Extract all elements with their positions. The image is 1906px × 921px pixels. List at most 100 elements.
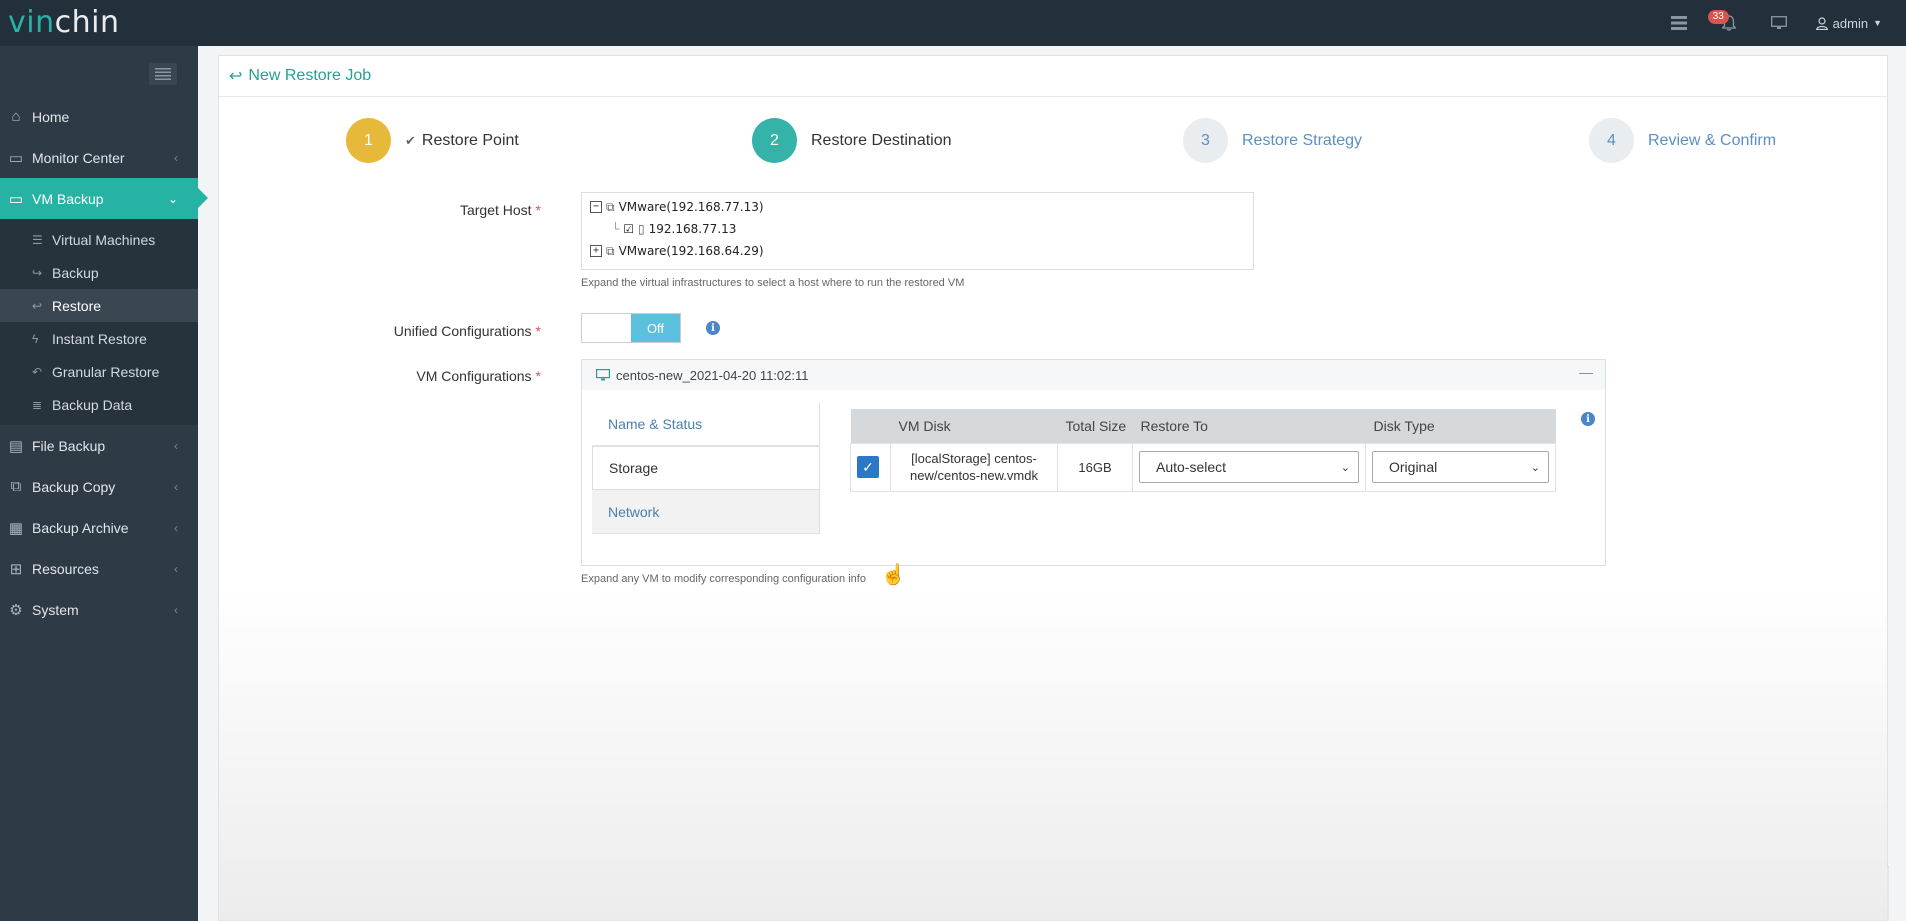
sidebar-item-backup-copy[interactable]: ⧉ Backup Copy ‹ — [0, 466, 198, 507]
sidebar-item-backup[interactable]: ↪ Backup — [0, 256, 198, 289]
reply-all-icon: ↶ — [32, 364, 43, 379]
chevron-left-icon: ‹ — [174, 479, 178, 494]
server-list-icon[interactable] — [1654, 0, 1704, 46]
sidebar-item-restore[interactable]: ↩ Restore — [0, 289, 198, 322]
server-icon: ▯ — [638, 222, 645, 236]
desktop-icon: ▭ — [8, 190, 24, 208]
tree-node-vmware-64-29[interactable]: + ⧉ VMware(192.168.64.29) — [590, 242, 764, 260]
col-disk-type: Disk Type — [1365, 409, 1556, 443]
sidebar-item-instant-restore[interactable]: ϟ Instant Restore — [0, 322, 198, 355]
step-label: Restore Strategy — [1242, 131, 1363, 149]
chevron-left-icon: ‹ — [174, 438, 178, 453]
disk-checkbox[interactable]: ✓ — [857, 456, 879, 478]
server-group-icon: ⧉ — [606, 243, 615, 258]
toggle-state: Off — [631, 314, 680, 342]
copy-icon: ⧉ — [10, 478, 22, 495]
user-menu[interactable]: admin ▼ — [1804, 0, 1906, 46]
sidebar-item-resources[interactable]: ⊞ Resources ‹ — [0, 548, 198, 589]
list-icon: ☰ — [32, 232, 43, 247]
bolt-icon: ϟ — [32, 331, 39, 346]
file-icon: ▤ — [8, 437, 24, 455]
chevron-down-icon: ⌄ — [1340, 461, 1350, 474]
col-vm-disk: VM Disk — [890, 409, 1058, 443]
restore-job-panel: ↩ New Restore Job 1 ✔ Restore Point 2 Re… — [218, 55, 1889, 921]
tab-name-status[interactable]: Name & Status — [592, 402, 820, 446]
sidebar-item-virtual-machines[interactable]: ☰ Virtual Machines — [0, 223, 198, 256]
restore-to-select[interactable]: Auto-select ⌄ — [1139, 451, 1359, 483]
tab-storage[interactable]: Storage — [592, 446, 820, 490]
sidebar-item-home[interactable]: ⌂ Home — [0, 96, 198, 137]
monitor-icon — [596, 369, 610, 381]
reply-icon: ↩ — [32, 298, 43, 313]
step-number: 3 — [1183, 118, 1228, 163]
host-tree: − ⧉ VMware(192.168.77.13) └ ☑ ▯ 192.168.… — [581, 192, 1254, 270]
step-restore-destination[interactable]: 2 Restore Destination — [752, 118, 952, 163]
user-icon — [1815, 16, 1828, 30]
table-row: ✓ [localStorage] centos-new/centos-new.v… — [850, 442, 1556, 492]
database-icon: ≣ — [32, 397, 43, 412]
tab-network[interactable]: Network — [592, 490, 820, 534]
unified-config-label: Unified Configurations * — [393, 323, 541, 339]
chevron-down-icon: ▼ — [1873, 18, 1882, 28]
step-restore-point[interactable]: 1 ✔ Restore Point — [346, 118, 519, 163]
top-bar: vinchin 33 admin ▼ — [0, 0, 1906, 46]
page-title: New Restore Job — [248, 67, 372, 84]
chevron-left-icon: ‹ — [174, 602, 178, 617]
col-total-size: Total Size — [1057, 409, 1133, 443]
vm-backup-submenu: ☰ Virtual Machines ↪ Backup ↩ Restore ϟ … — [0, 219, 198, 425]
chevron-down-icon: ⌄ — [1530, 461, 1540, 474]
vm-name: centos-new_2021-04-20 11:02:11 — [616, 367, 809, 383]
step-number: 4 — [1589, 118, 1634, 163]
sidebar-item-system[interactable]: ⚙ System ‹ — [0, 589, 198, 630]
disk-size: 16GB — [1057, 442, 1133, 492]
monitor-display-icon[interactable] — [1754, 0, 1804, 46]
back-button[interactable]: ⊖ Back — [1068, 885, 1147, 918]
vm-config-box: centos-new_2021-04-20 11:02:11 — Name & … — [581, 359, 1606, 566]
share-icon: ↪ — [32, 265, 43, 280]
sidebar-item-file-backup[interactable]: ▤ File Backup ‹ — [0, 425, 198, 466]
disk-type-select[interactable]: Original ⌄ — [1372, 451, 1549, 483]
unified-config-toggle[interactable]: Off — [581, 313, 681, 343]
sidebar-item-backup-archive[interactable]: ▦ Backup Archive ‹ — [0, 507, 198, 548]
vm-config-label: VM Configurations * — [416, 368, 541, 384]
next-button[interactable]: Next ⊕ — [1150, 885, 1224, 918]
tree-node-vmware-77-13[interactable]: − ⧉ VMware(192.168.77.13) — [590, 198, 764, 216]
notification-bell-icon[interactable]: 33 — [1704, 0, 1754, 46]
disk-table: VM Disk Total Size Restore To Disk Type … — [850, 409, 1556, 492]
hand-cursor-icon: ☝ — [881, 564, 906, 586]
info-icon[interactable]: i — [1581, 412, 1595, 426]
collapse-icon[interactable]: — — [1579, 364, 1593, 380]
sidebar-item-monitor-center[interactable]: ▭ Monitor Center ‹ — [0, 137, 198, 178]
target-host-label: Target Host * — [459, 202, 541, 218]
step-restore-strategy[interactable]: 3 Restore Strategy — [1183, 118, 1362, 163]
target-host-help: Expand the virtual infrastructures to se… — [581, 277, 965, 289]
sidebar-item-backup-data[interactable]: ≣ Backup Data — [0, 388, 198, 421]
gear-icon: ⚙ — [9, 601, 23, 619]
step-review-confirm[interactable]: 4 Review & Confirm — [1589, 118, 1776, 163]
checked-checkbox-icon[interactable]: ☑ — [623, 222, 634, 236]
reply-icon: ↩ — [229, 68, 243, 85]
check-icon: ✔ — [405, 132, 416, 148]
monitor-icon: ▭ — [8, 149, 24, 167]
expand-icon[interactable]: + — [590, 245, 602, 257]
vm-disk-path: [localStorage] centos-new/centos-new.vmd… — [890, 442, 1058, 492]
step-number: 2 — [752, 118, 797, 163]
collapse-icon[interactable]: − — [590, 201, 602, 213]
server-group-icon: ⧉ — [606, 199, 615, 214]
arrow-right-circle-icon: ⊕ — [1198, 893, 1210, 909]
tree-node-host-77-13[interactable]: └ ☑ ▯ 192.168.77.13 — [612, 220, 736, 238]
sidebar-toggle-icon[interactable] — [149, 63, 177, 85]
notification-count-badge: 33 — [1707, 10, 1729, 24]
sidebar-item-vm-backup[interactable]: ▭ VM Backup ⌄ — [0, 178, 208, 219]
archive-icon: ▦ — [8, 519, 24, 537]
sidebar: ⌂ Home ▭ Monitor Center ‹ ▭ VM Backup ⌄ … — [0, 46, 208, 921]
step-number: 1 — [346, 118, 391, 163]
resources-icon: ⊞ — [9, 560, 23, 578]
vinchin-logo[interactable]: vinchin — [8, 5, 119, 40]
vm-header[interactable]: centos-new_2021-04-20 11:02:11 — [582, 360, 1605, 390]
col-restore-to: Restore To — [1132, 409, 1366, 443]
panel-header: ↩ New Restore Job — [219, 56, 1887, 97]
info-icon[interactable]: i — [706, 321, 720, 335]
sidebar-item-granular-restore[interactable]: ↶ Granular Restore — [0, 355, 198, 388]
chevron-left-icon: ‹ — [174, 520, 178, 535]
